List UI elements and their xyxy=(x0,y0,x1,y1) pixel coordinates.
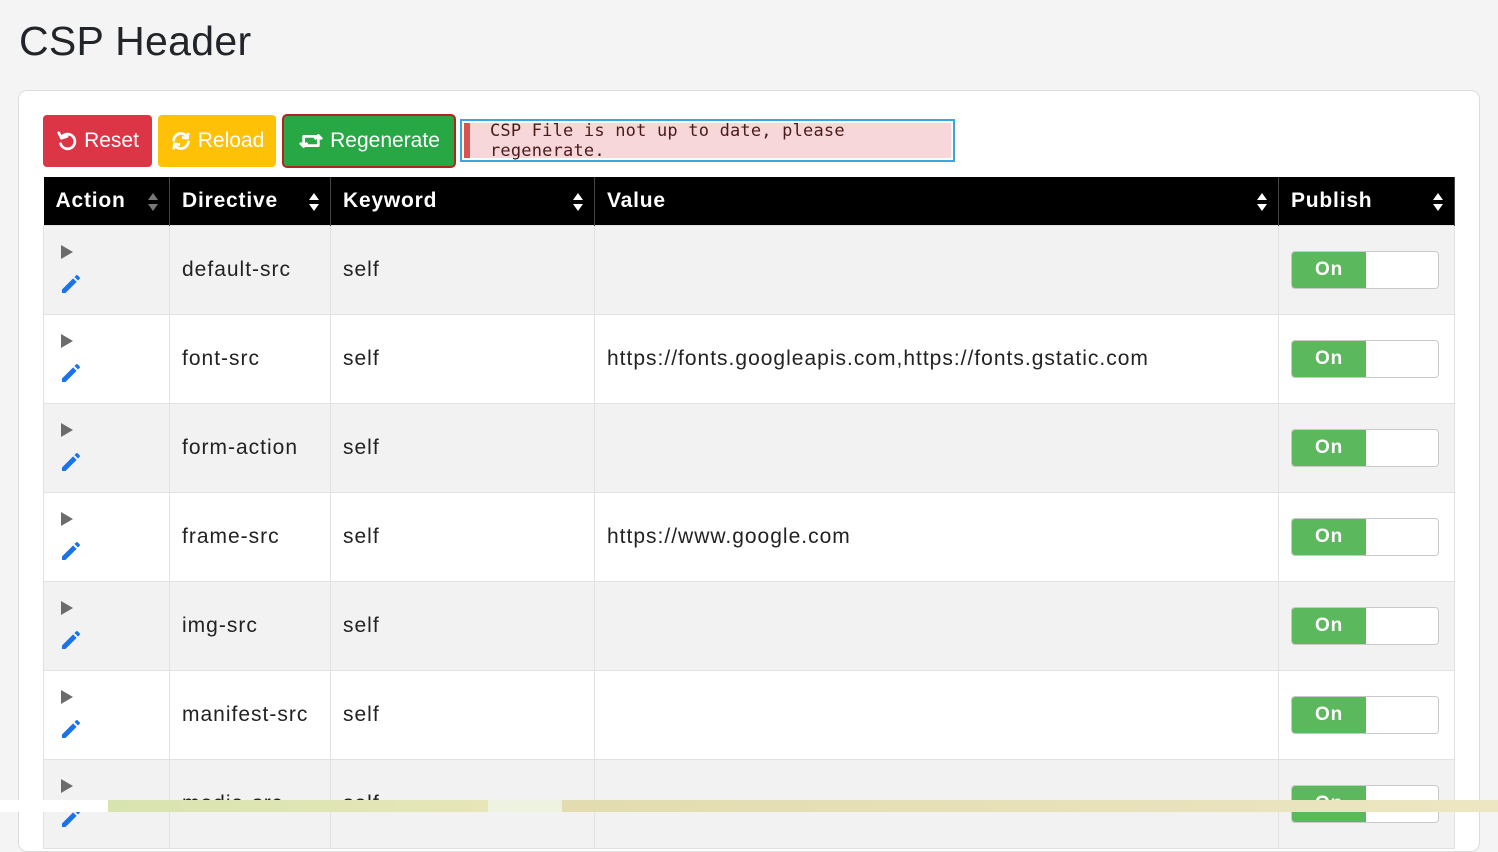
pencil-icon[interactable] xyxy=(59,361,83,385)
publish-toggle[interactable]: On xyxy=(1291,607,1439,645)
directive-cell: frame-src xyxy=(169,492,331,582)
keyword-cell: self xyxy=(330,314,595,404)
directive-cell: img-src xyxy=(169,581,331,671)
publish-cell: On xyxy=(1278,403,1455,493)
publish-cell: On xyxy=(1278,670,1455,760)
pencil-icon[interactable] xyxy=(59,539,83,563)
caret-right-icon[interactable] xyxy=(60,779,74,793)
retweet-icon xyxy=(299,134,324,148)
caret-right-icon[interactable] xyxy=(60,245,74,259)
reset-button-label: Reset xyxy=(84,129,139,152)
keyword-cell: self xyxy=(330,492,595,582)
undo-icon xyxy=(57,131,77,151)
action-cell xyxy=(43,403,170,493)
action-cell xyxy=(43,581,170,671)
value-cell xyxy=(594,225,1279,315)
directive-cell: form-action xyxy=(169,403,331,493)
value-cell xyxy=(594,581,1279,671)
toggle-on-label: On xyxy=(1292,608,1366,644)
publish-toggle[interactable]: On xyxy=(1291,340,1439,378)
caret-right-icon[interactable] xyxy=(60,334,74,348)
action-cell xyxy=(43,670,170,760)
caret-right-icon[interactable] xyxy=(60,690,74,704)
action-cell xyxy=(43,314,170,404)
csp-table: Action Directive Keyword Value Publish d… xyxy=(43,177,1455,849)
keyword-cell: self xyxy=(330,403,595,493)
toggle-on-label: On xyxy=(1292,341,1366,377)
publish-cell: On xyxy=(1278,581,1455,671)
page-title: CSP Header xyxy=(19,18,252,64)
keyword-cell: self xyxy=(330,581,595,671)
sort-icon xyxy=(573,193,583,211)
action-cell xyxy=(43,225,170,315)
column-header-publish[interactable]: Publish xyxy=(1278,177,1455,226)
value-cell: https://fonts.googleapis.com,https://fon… xyxy=(594,314,1279,404)
caret-right-icon[interactable] xyxy=(60,423,74,437)
reset-button[interactable]: Reset xyxy=(43,115,152,167)
sort-icon xyxy=(148,193,158,211)
toggle-on-label: On xyxy=(1292,252,1366,288)
table-row: img-src self On xyxy=(43,581,1455,671)
publish-cell: On xyxy=(1278,314,1455,404)
pencil-icon[interactable] xyxy=(59,450,83,474)
table-row: frame-src self https://www.google.com On xyxy=(43,492,1455,582)
regenerate-button[interactable]: Regenerate xyxy=(282,114,456,168)
regenerate-button-label: Regenerate xyxy=(330,129,440,152)
publish-toggle[interactable]: On xyxy=(1291,696,1439,734)
sort-icon xyxy=(309,193,319,211)
pencil-icon[interactable] xyxy=(59,717,83,741)
publish-cell: On xyxy=(1278,492,1455,582)
keyword-cell: self xyxy=(330,670,595,760)
publish-toggle[interactable]: On xyxy=(1291,518,1439,556)
value-cell: https://www.google.com xyxy=(594,492,1279,582)
column-header-directive[interactable]: Directive xyxy=(169,177,331,226)
publish-cell: On xyxy=(1278,225,1455,315)
directive-cell: font-src xyxy=(169,314,331,404)
publish-toggle[interactable]: On xyxy=(1291,429,1439,467)
pencil-icon[interactable] xyxy=(59,272,83,296)
publish-toggle[interactable]: On xyxy=(1291,251,1439,289)
reload-button[interactable]: Reload xyxy=(158,115,276,167)
sort-icon xyxy=(1257,193,1267,211)
table-row: font-src self https://fonts.googleapis.c… xyxy=(43,314,1455,404)
caret-right-icon[interactable] xyxy=(60,512,74,526)
refresh-icon xyxy=(172,132,190,150)
toggle-on-label: On xyxy=(1292,519,1366,555)
column-header-action[interactable]: Action xyxy=(43,177,170,226)
column-header-keyword[interactable]: Keyword xyxy=(330,177,595,226)
action-cell xyxy=(43,492,170,582)
toggle-on-label: On xyxy=(1292,430,1366,466)
value-cell xyxy=(594,670,1279,760)
reload-button-label: Reload xyxy=(197,129,265,152)
directive-cell: manifest-src xyxy=(169,670,331,760)
table-row: manifest-src self On xyxy=(43,670,1455,760)
alert-message: CSP File is not up to date, please regen… xyxy=(464,121,951,161)
toggle-on-label: On xyxy=(1292,697,1366,733)
taskbar-strip xyxy=(0,800,1498,812)
sort-icon xyxy=(1433,193,1443,211)
value-cell xyxy=(594,403,1279,493)
directive-cell: default-src xyxy=(169,225,331,315)
keyword-cell: self xyxy=(330,225,595,315)
column-header-value[interactable]: Value xyxy=(594,177,1279,226)
caret-right-icon[interactable] xyxy=(60,601,74,615)
table-row: default-src self On xyxy=(43,225,1455,315)
pencil-icon[interactable] xyxy=(59,628,83,652)
alert-box: CSP File is not up to date, please regen… xyxy=(460,119,955,162)
table-row: form-action self On xyxy=(43,403,1455,493)
table-header-row: Action Directive Keyword Value Publish xyxy=(43,177,1455,226)
